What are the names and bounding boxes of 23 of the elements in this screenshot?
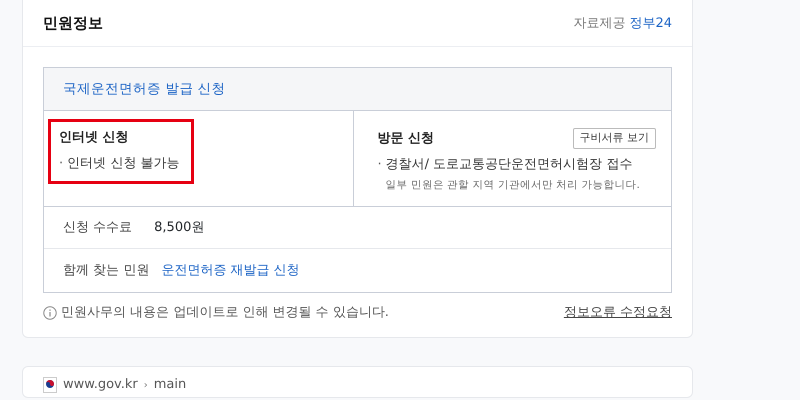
info-icon [43,306,57,320]
method-title: 방문 신청 [378,130,434,148]
method-note: 일부 민원은 관할 지역 기관에서만 처리 가능합니다. [384,178,641,193]
bullet-dot: · [59,154,64,172]
notice-text: 민원사무의 내용은 업데이트로 인해 변경될 수 있습니다. [61,304,389,322]
method-item: 인터넷 신청 불가능 [67,154,180,172]
breadcrumb-path: main [154,376,186,394]
fee-value: 8,500원 [154,218,204,237]
breadcrumb-separator: › [144,378,148,392]
breadcrumb-site: www.gov.kr [63,376,138,394]
related-link[interactable]: 운전면허증 재발급 신청 [161,260,300,280]
source-link[interactable]: 정부24 [629,14,672,34]
source-label: 자료제공 [573,14,626,33]
documents-button[interactable]: 구비서류 보기 [572,128,656,148]
related-label: 함께 찾는 민원 [63,262,150,280]
service-title-link[interactable]: 국제운전면허증 발급 신청 [63,78,226,100]
report-link[interactable]: 정보오류 수정요청 [564,303,672,323]
section-title: 민원정보 [43,13,103,34]
method-item: 경찰서/ 도로교통공단운전면허시험장 접수 [386,156,632,174]
bullet-dot: · [378,156,382,174]
fee-label: 신청 수수료 [63,218,132,237]
method-title: 인터넷 신청 [59,129,129,147]
emblem-icon [43,377,57,393]
